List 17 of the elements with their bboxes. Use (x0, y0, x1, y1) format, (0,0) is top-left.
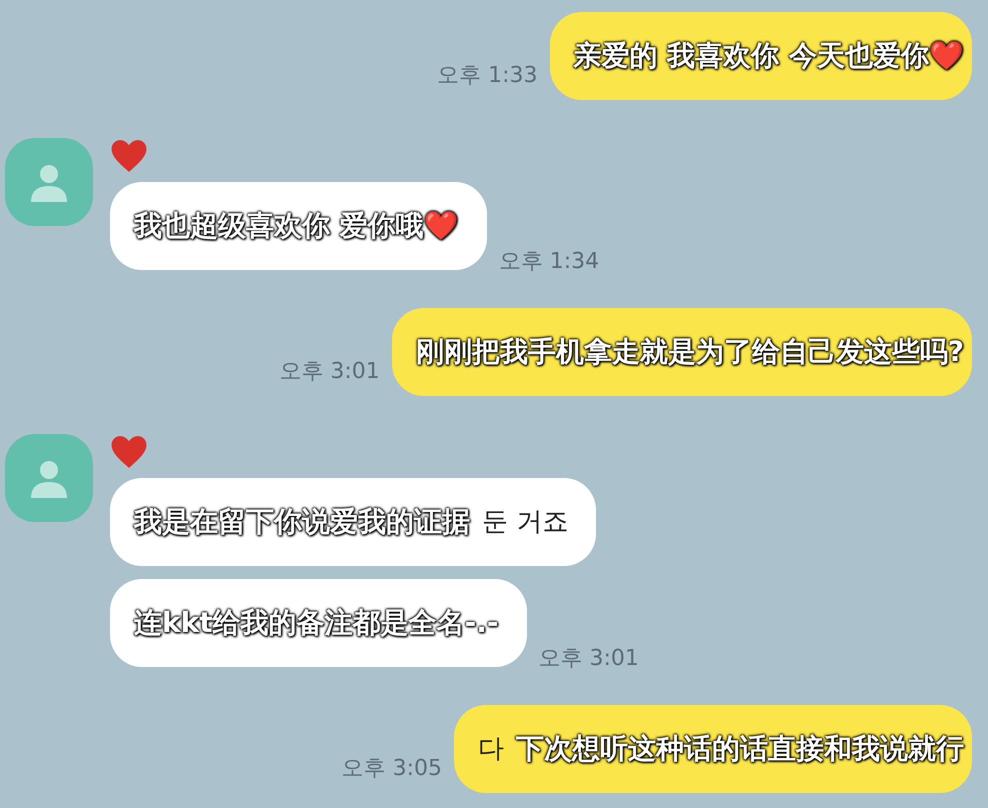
message-time: 오후 1:34 (498, 249, 600, 274)
message-time: 오후 3:01 (538, 646, 639, 671)
message-text: 다 (478, 732, 504, 766)
subtitle-text: 连kkt给我的备注都是全名-.- (134, 605, 499, 641)
subtitle-text: 我是在留下你说爱我的证据 (134, 504, 470, 540)
subtitle-text: 刚刚把我手机拿走就是为了给自己发这些吗? (416, 334, 964, 370)
person-icon (28, 458, 70, 498)
message-time: 오후 3:01 (279, 359, 380, 384)
subtitle-text: 下次想听这种话的话直接和我说就行 (516, 731, 964, 767)
message-text: 둔 거죠 (482, 506, 568, 538)
subtitle-text: 我也超级喜欢你 爱你哦❤ (134, 208, 459, 244)
person-icon (28, 162, 70, 202)
message-time: 오후 1:33 (437, 63, 538, 88)
message-time: 오후 3:05 (342, 756, 442, 781)
avatar[interactable] (5, 138, 93, 226)
subtitle-text: 亲爱的 我喜欢你 今天也爱你❤ (574, 38, 964, 74)
avatar[interactable] (5, 434, 93, 522)
